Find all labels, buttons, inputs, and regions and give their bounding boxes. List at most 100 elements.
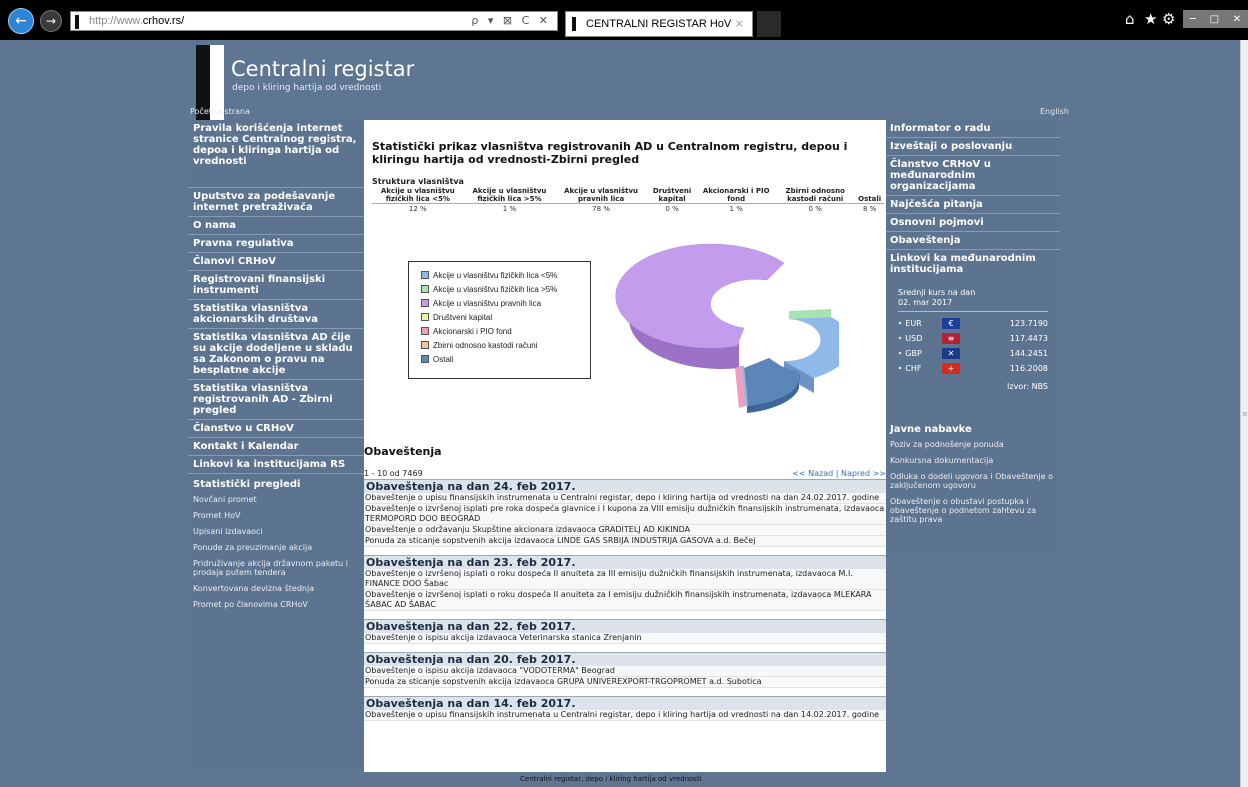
ownership-table: Akcije u vlasništvu fizičkih lica <5% Ak… bbox=[372, 187, 884, 213]
nav-international-links[interactable]: Linkovi ka međunarodnim institucijama bbox=[886, 250, 1060, 278]
nav-basic-terms[interactable]: Osnovni pojmovi bbox=[886, 214, 1060, 232]
rate-row-chf: ‣ CHF + 116.2008 bbox=[898, 361, 1048, 376]
sub-foreign-savings[interactable]: Konvertovana devizna štednja bbox=[188, 582, 364, 595]
sub-takeover-offers[interactable]: Ponude za preuzimanje akcija bbox=[188, 541, 364, 554]
sub-member-turnover[interactable]: Promet po članovima CRHoV bbox=[188, 598, 364, 611]
tab-close-icon[interactable]: × bbox=[735, 17, 744, 30]
procurement-link[interactable]: Poziv za podnošenje ponuda bbox=[886, 438, 1060, 451]
news-item[interactable]: Obaveštenje o održavanju Skupštine akcio… bbox=[364, 525, 886, 536]
browser-toolbar: ← → http://www.crhov.rs/ ρ ▾ ⊠ C ✕ CENTR… bbox=[0, 0, 1248, 40]
cell-value: 0 % bbox=[665, 205, 679, 213]
forward-arrow-icon[interactable]: → bbox=[40, 10, 62, 32]
nav-rs-institutions[interactable]: Linkovi ka institucijama RS bbox=[188, 456, 364, 474]
sub-money-turnover[interactable]: Novčani promet bbox=[188, 493, 364, 506]
uk-flag-icon: ✕ bbox=[942, 348, 960, 359]
sub-state-package[interactable]: Pridruživanje akcija državnom paketu i p… bbox=[188, 557, 364, 579]
close-window-icon[interactable]: ✕ bbox=[1233, 14, 1241, 25]
nav-terms-of-use[interactable]: Pravila korišćenja internet stranice Cen… bbox=[188, 120, 364, 188]
address-bar-tools[interactable]: ρ ▾ ⊠ C ✕ bbox=[471, 14, 551, 27]
nav-statistical-reviews[interactable]: Statistički pregledi bbox=[188, 476, 364, 493]
news-day-title: Obaveštenja na dan 23. feb 2017. bbox=[364, 555, 886, 569]
site-favicon-icon bbox=[75, 15, 79, 29]
sub-registered-issuers[interactable]: Upisani izdavaoci bbox=[188, 525, 364, 538]
news-item[interactable]: Obaveštenje o izvršenoj isplati o roku d… bbox=[364, 590, 886, 611]
rate-value: 144.2451 bbox=[1009, 349, 1048, 358]
home-link[interactable]: Početna strana bbox=[190, 107, 250, 116]
news-day-title: Obaveštenja na dan 20. feb 2017. bbox=[364, 652, 886, 666]
exchange-rates: Srednji kurs na dan 02. mar 2017 ‣ EUR €… bbox=[892, 284, 1054, 395]
settings-gear-icon[interactable]: ⚙ bbox=[1162, 10, 1175, 28]
right-sidebar: Informator o radu Izveštaji o poslovanju… bbox=[886, 120, 1060, 552]
address-bar[interactable]: http://www.crhov.rs/ ρ ▾ ⊠ C ✕ bbox=[70, 11, 558, 31]
home-icon[interactable]: ⌂ bbox=[1125, 10, 1135, 28]
news-item[interactable]: Ponuda za sticanje sopstvenih akcija izd… bbox=[364, 677, 886, 688]
currency-code: ‣ EUR bbox=[898, 319, 922, 328]
legend-swatch bbox=[421, 271, 429, 279]
cell-value: 0 % bbox=[808, 205, 822, 213]
nav-contact-calendar[interactable]: Kontakt i Kalendar bbox=[188, 438, 364, 456]
structure-label: Struktura vlasništva bbox=[372, 177, 464, 186]
url-text[interactable]: http://www.crhov.rs/ bbox=[89, 15, 184, 27]
news-item[interactable]: Obaveštenje o upisu finansijskih instrum… bbox=[364, 493, 886, 504]
tab-title: CENTRALNI REGISTAR HoV bbox=[586, 18, 732, 30]
rate-value: 123.7190 bbox=[1009, 319, 1048, 328]
page-scrollbar[interactable]: ≡ bbox=[1240, 40, 1248, 787]
pager-next-link[interactable]: Napred >> bbox=[841, 469, 886, 478]
legend-swatch bbox=[421, 299, 429, 307]
english-link[interactable]: English bbox=[1040, 107, 1069, 116]
news-heading: Obaveštenja bbox=[364, 445, 442, 458]
news-item[interactable]: Ponuda za sticanje sopstvenih akcija izd… bbox=[364, 536, 886, 547]
nav-faq[interactable]: Najčešća pitanja bbox=[886, 196, 1060, 214]
favorites-star-icon[interactable]: ★ bbox=[1144, 10, 1157, 28]
nav-notices[interactable]: Obaveštenja bbox=[886, 232, 1060, 250]
public-procurement-title[interactable]: Javne nabavke bbox=[886, 421, 1060, 438]
scroll-grip-icon[interactable]: ≡ bbox=[1242, 410, 1248, 420]
news-item[interactable]: Obaveštenje o ispisu akcija izdavaoca "V… bbox=[364, 666, 886, 677]
minimize-icon[interactable]: ─ bbox=[1190, 14, 1196, 25]
procurement-link[interactable]: Obaveštenje o obustavi postupka i obaveš… bbox=[886, 495, 1060, 526]
nav-business-reports[interactable]: Izveštaji o poslovanju bbox=[886, 138, 1060, 156]
rates-date: Srednji kurs na dan 02. mar 2017 bbox=[898, 288, 1048, 312]
procurement-link[interactable]: Odluka o dodeli ugovora i Obaveštenje o … bbox=[886, 470, 1060, 492]
news-item[interactable]: Obaveštenje o izvršenoj isplati o roku d… bbox=[364, 569, 886, 590]
site-title[interactable]: Centralni registar bbox=[231, 57, 414, 81]
nav-members[interactable]: Članovi CRHoV bbox=[188, 253, 364, 271]
news-item[interactable]: Obaveštenje o ispisu akcija izdavaoca Ve… bbox=[364, 633, 886, 644]
col-header: Akcije u vlasništvu fizičkih lica >5% bbox=[463, 187, 556, 204]
nav-international-membership[interactable]: Članstvo CRHoV u međunarodnim organizaci… bbox=[886, 156, 1060, 196]
nav-browser-setup[interactable]: Uputstvo za podešavanje internet pretraž… bbox=[188, 188, 364, 217]
nav-legal-regulation[interactable]: Pravna regulativa bbox=[188, 235, 364, 253]
news-item[interactable]: Obaveštenje o izvršenoj isplati pre roka… bbox=[364, 504, 886, 525]
cell-value: 1 % bbox=[729, 205, 743, 213]
nav-registered-instruments[interactable]: Registrovani finansijski instrumenti bbox=[188, 271, 364, 300]
sub-securities-turnover[interactable]: Promet HoV bbox=[188, 509, 364, 522]
news-item[interactable]: Obaveštenje o upisu finansijskih instrum… bbox=[364, 710, 886, 721]
ownership-donut-chart bbox=[615, 243, 839, 413]
news-pager: << Nazad | Napred >> bbox=[792, 469, 886, 478]
back-arrow-icon[interactable]: ← bbox=[8, 8, 34, 34]
nav-summary-statistics[interactable]: Statistika vlasništva registrovanih AD -… bbox=[188, 380, 364, 420]
footer-text: Centralni registar, depo i kliring harti… bbox=[520, 775, 702, 783]
nav-ownership-statistics[interactable]: Statistika vlasništva akcionarskih društ… bbox=[188, 300, 364, 329]
news-day-title: Obaveštenja na dan 22. feb 2017. bbox=[364, 619, 886, 633]
new-tab-button[interactable] bbox=[757, 11, 781, 37]
legend-item: Zbirni odnosno kastodi računi bbox=[421, 340, 580, 350]
main-content: Statistički prikaz vlasništva registrova… bbox=[364, 120, 886, 772]
legend-item: Akcije u vlasništvu pravnih lica bbox=[421, 298, 580, 308]
maximize-icon[interactable]: □ bbox=[1210, 14, 1219, 25]
pager-prev-link[interactable]: << Nazad bbox=[792, 469, 833, 478]
legend-item: Akcije u vlasništvu fizičkih lica <5% bbox=[421, 270, 580, 280]
browser-tab[interactable]: CENTRALNI REGISTAR HoV × bbox=[565, 11, 753, 37]
procurement-link[interactable]: Konkursna dokumentacija bbox=[886, 454, 1060, 467]
col-header: Akcije u vlasništvu fizičkih lica <5% bbox=[372, 187, 464, 204]
rate-row-gbp: ‣ GBP ✕ 144.2451 bbox=[898, 346, 1048, 361]
cell-value: 1 % bbox=[502, 205, 517, 213]
nav-free-shares-statistics[interactable]: Statistika vlasništva AD čije su akcije … bbox=[188, 329, 364, 380]
col-header: Akcije u vlasništvu pravnih lica bbox=[555, 187, 647, 204]
nav-membership[interactable]: Članstvo u CRHoV bbox=[188, 420, 364, 438]
col-header: Zbirni odnosno kastodi računi bbox=[775, 187, 856, 204]
nav-about[interactable]: O nama bbox=[188, 217, 364, 235]
rates-source: Izvor: NBS bbox=[1007, 382, 1048, 391]
nav-work-informer[interactable]: Informator o radu bbox=[886, 120, 1060, 138]
rate-value: 116.2008 bbox=[1009, 364, 1048, 373]
